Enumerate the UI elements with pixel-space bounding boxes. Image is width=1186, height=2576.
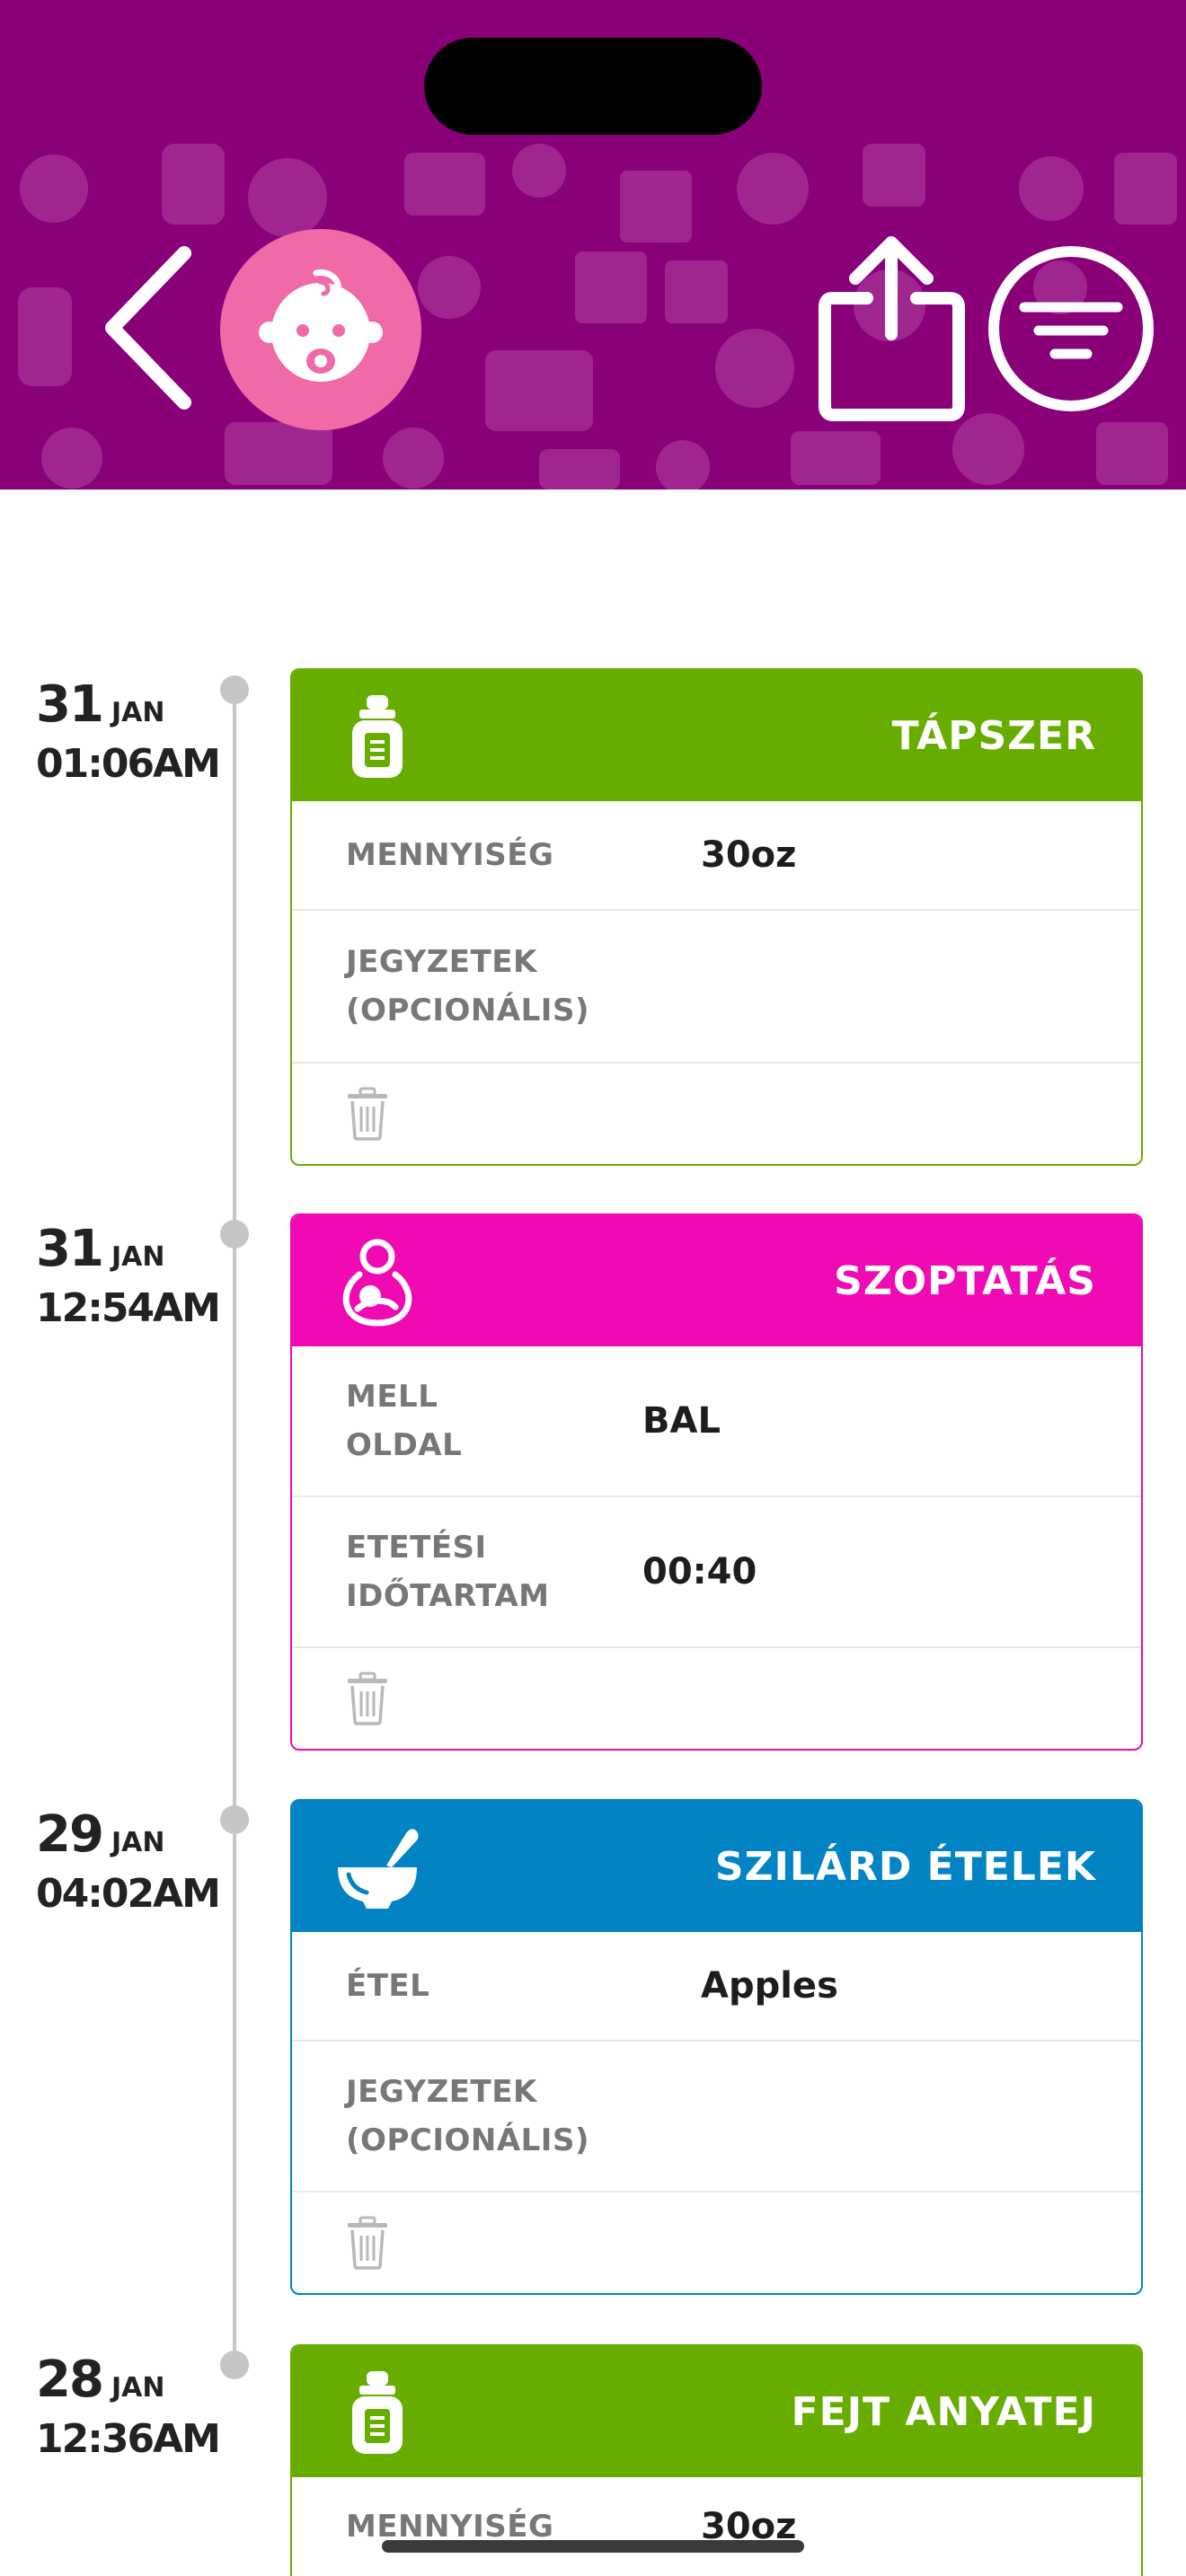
entry-card-breastfeeding[interactable]: SZOPTATÁS MELL OLDAL BAL ETETÉSI IDŐTARTAM… — [290, 1213, 1143, 1751]
row-label-line2: OLDAL — [346, 1427, 463, 1463]
detail-row-notes[interactable]: JEGYZETEK (OPCIONÁLIS) — [292, 911, 1141, 1063]
trash-icon[interactable] — [346, 1087, 389, 1141]
row-value: Apples — [701, 1965, 838, 2007]
entry-month: JAN — [111, 1827, 165, 1858]
entry-time: 01:06AM — [36, 741, 221, 787]
baby-bottle-icon — [352, 2371, 403, 2454]
row-label-line2: (OPCIONÁLIS) — [346, 2122, 589, 2158]
row-label-line1: JEGYZETEK — [346, 2074, 537, 2110]
home-indicator[interactable] — [382, 2540, 804, 2553]
delete-row — [292, 1063, 1141, 1164]
entry-date: 31 JAN 01:06AM — [36, 675, 238, 787]
card-header: SZILÁRD ÉTELEK — [292, 1801, 1141, 1932]
card-title: TÁPSZER — [891, 712, 1096, 759]
row-label-line2: (OPCIONÁLIS) — [346, 992, 589, 1028]
card-header: TÁPSZER — [292, 670, 1141, 801]
entry-date: 31 JAN 12:54AM — [36, 1220, 238, 1331]
detail-row-amount: MENNYISÉG 30oz — [292, 2477, 1141, 2576]
entry-date: 29 JAN 04:02AM — [36, 1805, 238, 1917]
filter-button[interactable] — [987, 244, 1155, 413]
entry-card-formula[interactable]: TÁPSZER MENNYISÉG 30oz JEGYZETEK (OPCIONÁ… — [290, 668, 1143, 1166]
detail-row-side: MELL OLDAL BAL — [292, 1346, 1141, 1497]
baby-bottle-icon — [352, 695, 403, 778]
entry-day: 28 — [36, 2351, 104, 2409]
entry-day: 31 — [36, 675, 104, 734]
row-value: 30oz — [701, 834, 797, 876]
row-label: ÉTEL — [346, 1968, 430, 2004]
entry-day: 29 — [36, 1805, 104, 1864]
baby-face-icon — [259, 269, 383, 382]
row-value: 00:40 — [642, 1551, 757, 1592]
card-header: SZOPTATÁS — [292, 1215, 1141, 1346]
detail-row-food: ÉTEL Apples — [292, 1932, 1141, 2042]
entry-time: 04:02AM — [36, 1871, 221, 1917]
mortar-bowl-icon — [338, 1829, 419, 1909]
card-header: FEJT ANYATEJ — [292, 2346, 1141, 2477]
row-label-line2: IDŐTARTAM — [346, 1578, 550, 1614]
entry-time: 12:36AM — [36, 2416, 221, 2462]
detail-row-amount: MENNYISÉG 30oz — [292, 801, 1141, 911]
delete-row — [292, 1648, 1141, 1749]
trash-icon[interactable] — [346, 2216, 389, 2270]
entry-time: 12:54AM — [36, 1285, 221, 1331]
row-label: JEGYZETEK (OPCIONÁLIS) — [346, 938, 651, 1035]
breastfeeding-icon — [342, 1239, 412, 1327]
card-title: SZILÁRD ÉTELEK — [714, 1843, 1096, 1890]
row-label: JEGYZETEK (OPCIONÁLIS) — [346, 2068, 651, 2165]
entry-date: 28 JAN 12:36AM — [36, 2351, 238, 2462]
row-label-line1: ETETÉSI — [346, 1530, 487, 1566]
row-value: BAL — [642, 1400, 721, 1442]
entry-day: 31 — [36, 1220, 104, 1278]
dynamic-island — [424, 38, 762, 135]
detail-row-duration: ETETÉSI IDŐTARTAM 00:40 — [292, 1497, 1141, 1648]
row-label: ETETÉSI IDŐTARTAM — [346, 1523, 642, 1620]
filter-icon — [988, 246, 1154, 411]
back-button[interactable] — [99, 243, 198, 413]
entry-month: JAN — [111, 697, 165, 728]
row-label-line1: JEGYZETEK — [346, 944, 537, 980]
trash-icon[interactable] — [346, 1672, 389, 1725]
card-title: SZOPTATÁS — [834, 1257, 1096, 1304]
row-label: MELL OLDAL — [346, 1372, 642, 1469]
entry-month: JAN — [111, 1241, 165, 1273]
entry-month: JAN — [111, 2372, 165, 2404]
card-title: FEJT ANYATEJ — [791, 2388, 1096, 2435]
chevron-left-icon — [105, 246, 191, 410]
timeline-line — [233, 690, 236, 2365]
row-label: MENNYISÉG — [346, 837, 554, 873]
detail-row-notes[interactable]: JEGYZETEK (OPCIONÁLIS) — [292, 2042, 1141, 2192]
app-header — [0, 0, 1186, 490]
share-icon — [819, 236, 965, 421]
share-button[interactable] — [818, 235, 966, 424]
row-label-line1: MELL — [346, 1379, 438, 1415]
baby-avatar-button[interactable] — [220, 229, 421, 430]
delete-row — [292, 2192, 1141, 2293]
entry-card-solid-food[interactable]: SZILÁRD ÉTELEK ÉTEL Apples JEGYZETEK (OPC… — [290, 1799, 1143, 2295]
